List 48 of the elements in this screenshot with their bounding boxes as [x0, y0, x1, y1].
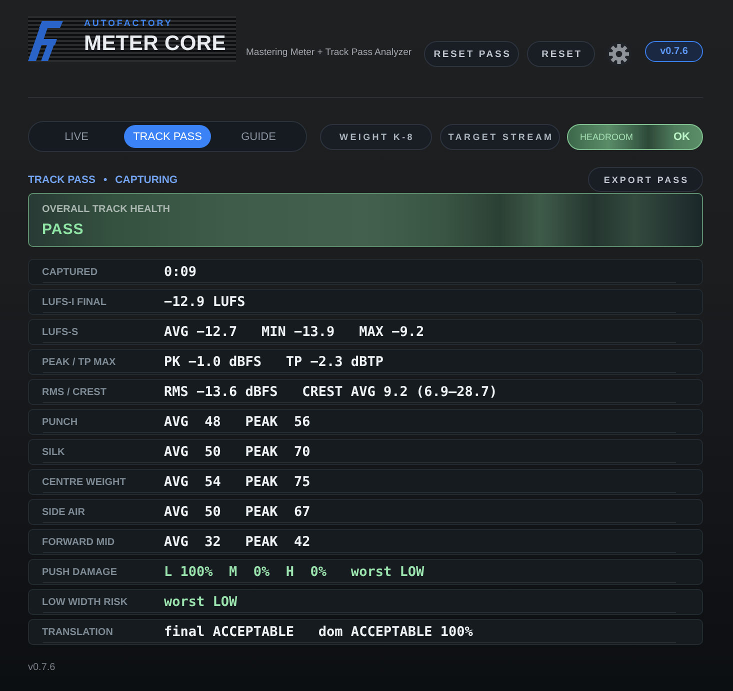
metric-value: L 100% M 0% H 0% worst LOW	[164, 564, 424, 580]
headroom-label: HEADROOM	[580, 132, 634, 142]
settings-icon	[609, 44, 629, 64]
settings-button[interactable]	[607, 42, 631, 66]
metric-value: final ACCEPTABLE dom ACCEPTABLE 100%	[164, 624, 473, 640]
metric-value: worst LOW	[164, 594, 238, 610]
metric-label: LUFS-S	[42, 326, 80, 338]
reset-pass-button[interactable]: RESET PASS	[424, 41, 519, 67]
metric-value: AVG 50 PEAK 70	[164, 444, 310, 460]
metric-label: SIDE AIR	[42, 506, 86, 518]
metric-label: PEAK / TP MAX	[42, 356, 117, 368]
brand-name: AUTOFACTORY	[84, 17, 173, 29]
metric-value: −12.9 LUFS	[164, 294, 246, 310]
status-state: CAPTURING	[115, 174, 178, 186]
status-mode: TRACK PASS	[28, 174, 96, 186]
app-subtitle: Mastering Meter + Track Pass Analyzer	[246, 47, 412, 59]
metric-label: CAPTURED	[42, 266, 99, 278]
metric-value: AVG 50 PEAK 67	[164, 504, 310, 520]
metric-value: AVG 48 PEAK 56	[164, 414, 310, 430]
reset-button[interactable]: RESET	[527, 41, 595, 67]
metric-value: AVG −12.7 MIN −13.9 MAX −9.2	[164, 324, 424, 340]
metric-label: CENTRE WEIGHT	[42, 476, 127, 488]
metric-value: 0:09	[164, 264, 197, 280]
metric-value: PK −1.0 dBFS TP −2.3 dBTP	[164, 354, 384, 370]
metric-label: PUNCH	[42, 416, 79, 428]
metric-label: PUSH DAMAGE	[42, 566, 118, 578]
metric-label: FORWARD MID	[42, 536, 116, 548]
health-title: OVERALL TRACK HEALTH	[42, 204, 170, 216]
mode-tab[interactable]: GUIDE	[215, 125, 302, 148]
metric-label: LOW WIDTH RISK	[42, 596, 129, 608]
metric-value: RMS −13.6 dBFS CREST AVG 9.2 (6.9–28.7)	[164, 384, 498, 400]
metric-value: AVG 54 PEAK 75	[164, 474, 310, 490]
metric-label: RMS / CREST	[42, 386, 108, 398]
target-button[interactable]: TARGET STREAM	[440, 124, 560, 150]
export-pass-button[interactable]: EXPORT PASS	[588, 167, 703, 192]
metric-label: LUFS-I FINAL	[42, 296, 108, 308]
mode-tab[interactable]: TRACK PASS	[124, 125, 211, 148]
product-name: METER CORE	[84, 32, 226, 56]
footer-version: v0.7.6	[28, 662, 56, 673]
metric-label: TRANSLATION	[42, 626, 114, 638]
metric-label: SILK	[42, 446, 66, 458]
version-badge: v0.7.6	[645, 41, 703, 62]
mode-tab[interactable]: LIVE	[33, 125, 120, 148]
status-separator: •	[103, 174, 108, 186]
health-result: PASS	[42, 221, 84, 239]
headroom-value: OK	[674, 130, 690, 142]
metric-value: AVG 32 PEAK 42	[164, 534, 310, 550]
weighting-button[interactable]: WEIGHT K-8	[320, 124, 432, 150]
